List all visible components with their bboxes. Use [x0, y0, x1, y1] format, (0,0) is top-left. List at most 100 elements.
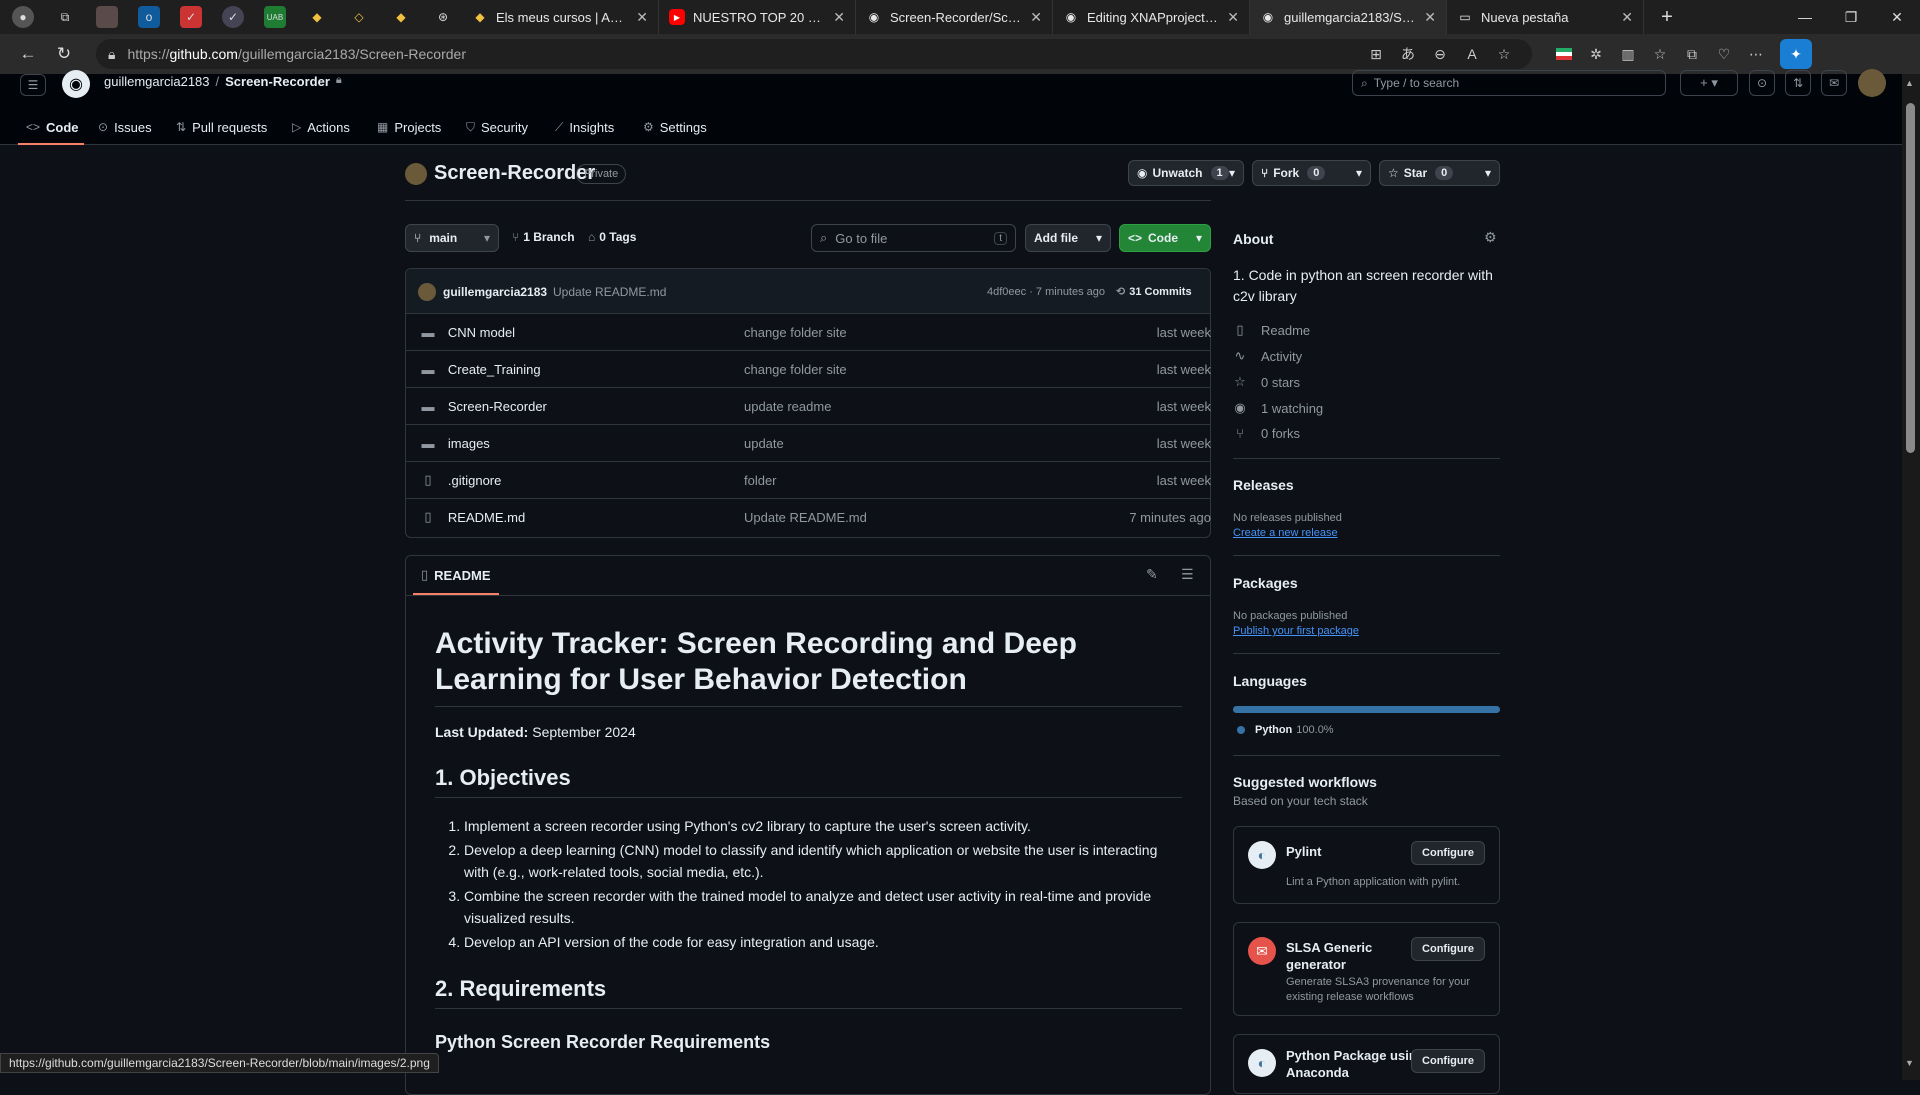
favorites-icon[interactable]: ☆: [1644, 39, 1676, 69]
search-input[interactable]: ⌕ Type / to search: [1352, 70, 1666, 96]
repo-title[interactable]: Screen-Recorder: [434, 162, 595, 185]
close-icon[interactable]: ✕: [1227, 9, 1239, 26]
forks-link[interactable]: ⑂ 0 forks: [1233, 426, 1300, 441]
minimize-button[interactable]: —: [1782, 0, 1828, 34]
readme-tab[interactable]: ▯ README: [421, 567, 491, 583]
pull-requests-icon[interactable]: ⇅: [1785, 70, 1811, 96]
avatar[interactable]: [1858, 69, 1886, 97]
edit-icon[interactable]: ✎: [1146, 566, 1158, 583]
owner-link[interactable]: guillemgarcia2183: [104, 74, 210, 89]
tab-github-active[interactable]: ◉ guillemgarcia2183/Scree ✕: [1250, 0, 1447, 34]
read-aloud-icon[interactable]: A: [1456, 39, 1488, 69]
branch-selector[interactable]: ⑂ main ▾: [405, 224, 499, 252]
code-button[interactable]: <> Code ▾: [1119, 224, 1211, 252]
restore-button[interactable]: ❐: [1828, 0, 1874, 34]
profile-icon[interactable]: ●: [12, 6, 34, 28]
publish-package-link[interactable]: Publish your first package: [1233, 625, 1359, 637]
copilot-icon[interactable]: ✦: [1780, 39, 1812, 69]
tab-new[interactable]: ▭ Nueva pestaña ✕: [1447, 0, 1644, 34]
tags-link[interactable]: ⌂ 0 Tags: [588, 230, 636, 244]
activity-link[interactable]: ∿ Activity: [1233, 348, 1303, 364]
inbox-icon[interactable]: ✉: [1821, 70, 1847, 96]
tab-settings[interactable]: ⚙ Settings: [643, 114, 707, 140]
configure-button[interactable]: Configure: [1411, 1049, 1485, 1073]
packages-title[interactable]: Packages: [1233, 575, 1298, 591]
tab-pull-requests[interactable]: ⇅ Pull requests: [176, 114, 267, 140]
watching-link[interactable]: ◉ 1 watching: [1233, 400, 1323, 416]
github-logo-icon[interactable]: ◉: [62, 70, 90, 98]
star-button[interactable]: ☆ Star 0 ▾: [1379, 160, 1500, 186]
close-window-button[interactable]: ✕: [1874, 0, 1920, 34]
table-row[interactable]: ▬ CNN model change folder site last week: [406, 313, 1211, 350]
browser-essentials-icon[interactable]: ♡: [1708, 39, 1740, 69]
tab-actions[interactable]: ▷ Actions: [292, 114, 350, 140]
url-field[interactable]: 🔒︎ https://github.com/guillemgarcia2183/…: [96, 39, 1532, 69]
workspaces-icon[interactable]: ⧉: [54, 6, 76, 28]
table-row[interactable]: ▬ Screen-Recorder update readme last week: [406, 387, 1211, 424]
create-release-link[interactable]: Create a new release: [1233, 527, 1338, 539]
split-screen-icon[interactable]: ▥: [1612, 39, 1644, 69]
configure-button[interactable]: Configure: [1411, 841, 1485, 865]
table-row[interactable]: ▯ .gitignore folder last week: [406, 461, 1211, 498]
tab-issues[interactable]: ⊙ Issues: [98, 114, 152, 140]
scrollbar-thumb[interactable]: [1906, 103, 1915, 453]
extension-flag-icon[interactable]: [1548, 39, 1580, 69]
zoom-icon[interactable]: ⊖: [1424, 39, 1456, 69]
tab-security[interactable]: ⛉ Security: [466, 114, 528, 140]
commit-author[interactable]: guillemgarcia2183: [443, 285, 547, 299]
diamond-outline-icon[interactable]: ◇: [348, 6, 370, 28]
collections-icon[interactable]: ⧉: [1676, 39, 1708, 69]
commits-link[interactable]: ⟲ 31 Commits: [1116, 285, 1192, 299]
more-menu-icon[interactable]: ⋯: [1740, 39, 1772, 69]
stars-link[interactable]: ☆ 0 stars: [1233, 374, 1300, 390]
outlook-icon[interactable]: o: [138, 6, 160, 28]
commit-meta[interactable]: 4df0eec · 7 minutes ago: [987, 286, 1105, 298]
close-icon[interactable]: ✕: [1030, 9, 1042, 26]
gear-icon[interactable]: ⚙: [1484, 229, 1497, 246]
add-file-button[interactable]: Add file ▾: [1025, 224, 1111, 252]
repo-link[interactable]: Screen-Recorder: [225, 74, 330, 89]
tab-code[interactable]: <> Code: [26, 114, 79, 140]
close-icon[interactable]: ✕: [1424, 9, 1436, 26]
readme-link[interactable]: ▯ Readme: [1233, 322, 1310, 338]
pinned-tab-icon[interactable]: [96, 6, 118, 28]
table-row[interactable]: ▬ Create_Training change folder site last w…: [406, 350, 1211, 387]
new-tab-button[interactable]: +: [1644, 0, 1690, 34]
scroll-up-icon[interactable]: ▲: [1905, 78, 1914, 88]
tab-insights[interactable]: ⟋ Insights: [555, 114, 614, 140]
table-row[interactable]: ▯ README.md Update README.md 7 minutes ago: [406, 498, 1211, 535]
pinned-tab-green-icon[interactable]: UAB: [264, 6, 286, 28]
translate-icon[interactable]: あ: [1392, 39, 1424, 69]
unwatch-button[interactable]: ◉ Unwatch 1 ▾: [1128, 160, 1244, 186]
tab-github-2[interactable]: ◉ Editing XNAPproject-03/✕: [1053, 0, 1250, 34]
extensions-icon[interactable]: ✲: [1580, 39, 1612, 69]
table-row[interactable]: ▬ images update last week: [406, 424, 1211, 461]
configure-button[interactable]: Configure: [1411, 937, 1485, 961]
outline-list-icon[interactable]: ☰: [1181, 566, 1194, 583]
close-icon[interactable]: ✕: [833, 9, 845, 26]
scroll-down-icon[interactable]: ▼: [1905, 1058, 1914, 1068]
close-icon[interactable]: ✕: [1621, 9, 1633, 26]
branches-link[interactable]: ⑂ 1 Branch: [512, 230, 575, 244]
fork-button[interactable]: ⑂ Fork 0 ▾: [1252, 160, 1371, 186]
back-button[interactable]: ←: [10, 38, 46, 70]
diamond-icon[interactable]: ◆: [306, 6, 328, 28]
openai-icon[interactable]: ⊛: [432, 6, 454, 28]
tab-youtube[interactable]: ▶NUESTRO TOP 20 de JUG✕: [659, 0, 856, 34]
menu-icon[interactable]: ☰: [20, 74, 46, 96]
app-available-icon[interactable]: ⊞: [1360, 39, 1392, 69]
pinned-tab-red-icon[interactable]: ✓: [180, 6, 202, 28]
close-icon[interactable]: ✕: [636, 9, 648, 26]
commit-message[interactable]: Update README.md: [553, 285, 666, 299]
tab-github-1[interactable]: ◉Screen-Recorder/Screen-✕: [856, 0, 1053, 34]
go-to-file-input[interactable]: ⌕ Go to file t: [811, 224, 1016, 252]
issues-icon[interactable]: ⊙: [1749, 70, 1775, 96]
pinned-tab-circle-icon[interactable]: ✓: [222, 6, 244, 28]
create-new-button[interactable]: + ▾: [1680, 70, 1738, 96]
reload-button[interactable]: ↻: [46, 38, 82, 70]
releases-title[interactable]: Releases: [1233, 477, 1294, 493]
diamond-icon[interactable]: ◆: [390, 6, 412, 28]
tab-projects[interactable]: ▦ Projects: [377, 114, 441, 140]
language-python[interactable]: Python 100.0%: [1237, 724, 1334, 736]
favorite-icon[interactable]: ☆: [1488, 39, 1520, 69]
